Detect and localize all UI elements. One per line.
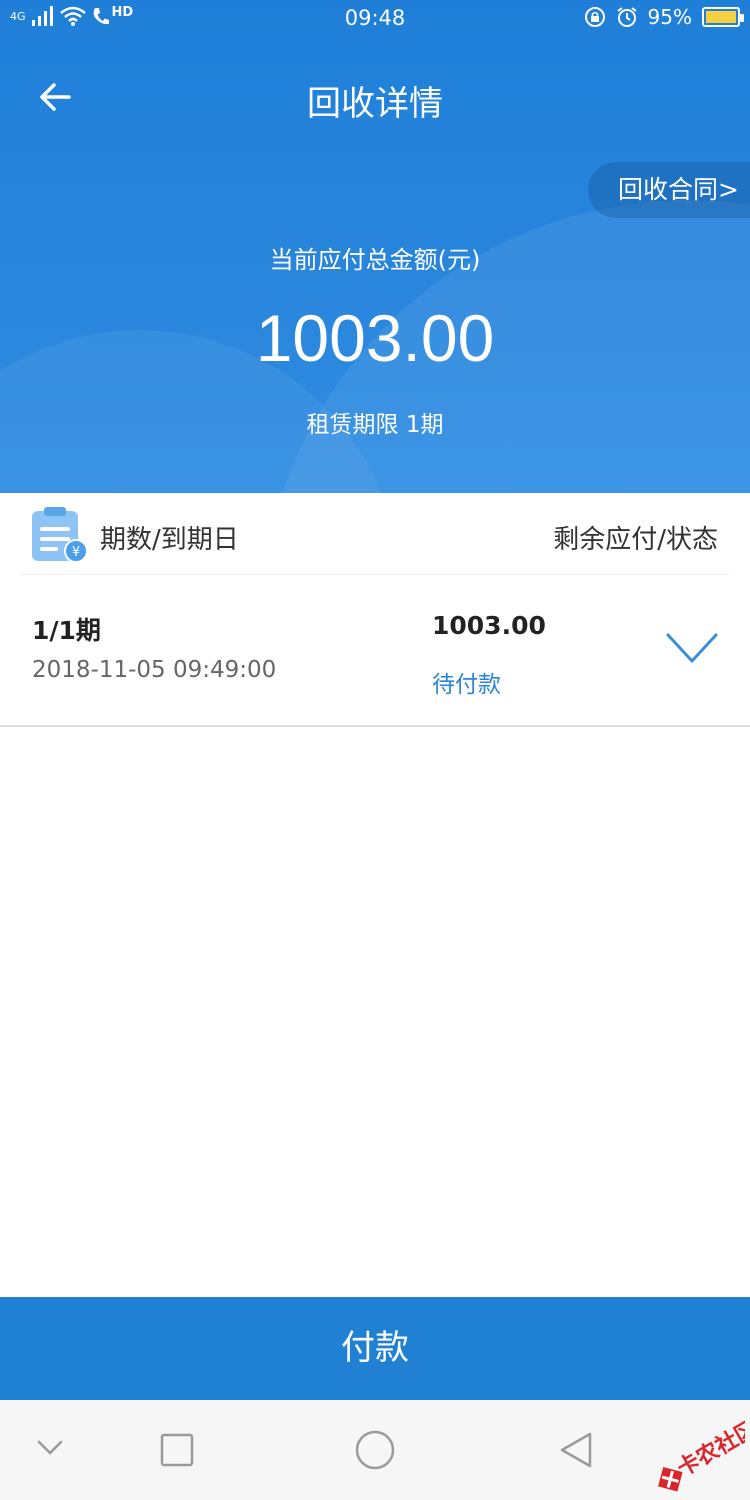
battery-icon: [702, 7, 744, 27]
nav-bar: 回收详情: [0, 60, 750, 134]
svg-text:¥: ¥: [72, 545, 80, 560]
table-row[interactable]: 1/1期 2018-11-05 09:49:00 1003.00 待付款: [0, 575, 750, 727]
rotation-lock-icon: [584, 7, 605, 27]
battery-percent: 95%: [647, 5, 692, 29]
chevron-down-icon[interactable]: [664, 631, 720, 667]
status-bar: 4G HD 09:48 95%: [0, 0, 750, 38]
system-nav-bar: [0, 1400, 750, 1500]
clipboard-yuan-icon: ¥: [32, 507, 88, 563]
amount-label: 当前应付总金额(元): [269, 246, 481, 274]
table-header: ¥ 期数/到期日 剩余应付/状态: [0, 493, 750, 575]
recycle-contract-button[interactable]: 回收合同>: [588, 162, 750, 218]
status-right: 95%: [584, 5, 744, 29]
pay-button[interactable]: 付款: [0, 1297, 750, 1400]
back-triangle-icon[interactable]: [558, 1431, 594, 1469]
row-due-date: 2018-11-05 09:49:00: [32, 657, 277, 683]
row-period: 1/1期: [32, 616, 101, 645]
alarm-icon: [616, 7, 637, 27]
chevron-down-icon[interactable]: [36, 1438, 64, 1458]
row-remaining-amount: 1003.00: [432, 611, 546, 640]
recents-square-icon[interactable]: [160, 1433, 194, 1467]
amount-value: 1003.00: [255, 301, 495, 375]
header-remaining-status: 剩余应付/状态: [553, 525, 718, 555]
page-title: 回收详情: [307, 84, 443, 124]
lease-term: 租赁期限 1期: [306, 412, 444, 438]
home-circle-icon[interactable]: [354, 1429, 396, 1471]
divider: [0, 725, 750, 727]
watermark-logo: 卡农社区: [658, 1415, 745, 1492]
svg-text:卡农社区: 卡农社区: [673, 1415, 745, 1482]
header-period-due: 期数/到期日: [100, 525, 239, 555]
row-status: 待付款: [432, 672, 501, 698]
